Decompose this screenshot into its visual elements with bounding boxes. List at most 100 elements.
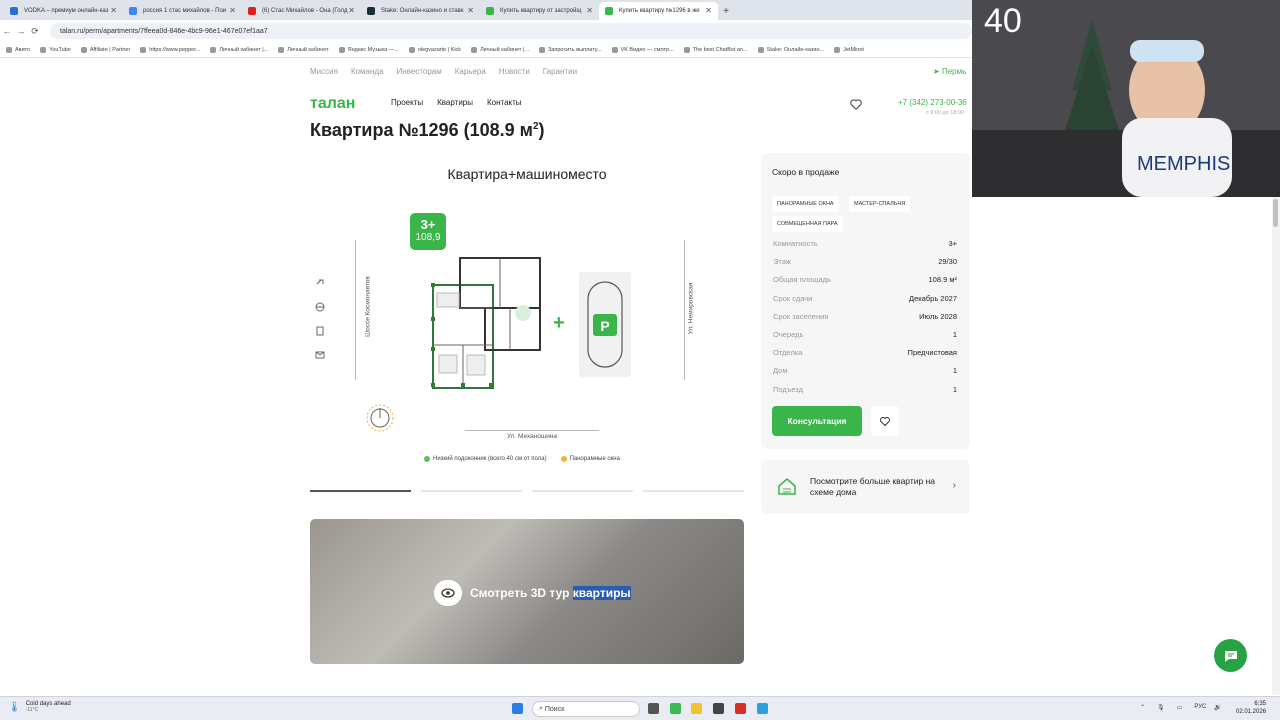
bookmark-item[interactable]: The best ChatBot an...	[683, 46, 748, 53]
link-icon[interactable]	[314, 277, 326, 289]
main-nav-item[interactable]: Квартиры	[437, 98, 473, 107]
bookmark-item[interactable]: https://www.pepper...	[140, 46, 200, 53]
close-icon[interactable]: ✕	[348, 6, 355, 15]
bookmark-item[interactable]: JetMinet	[834, 46, 864, 53]
telegram-icon[interactable]	[757, 703, 768, 714]
road-bottom-label: Ул. Механошина	[506, 433, 558, 440]
consultation-button[interactable]: Консультация	[772, 406, 862, 436]
tray-chevron-icon[interactable]: ⌃	[1140, 704, 1145, 711]
city-selector[interactable]: ➤ Пермь	[933, 67, 966, 76]
slide-dot[interactable]	[643, 490, 744, 492]
weather-widget[interactable]: 🌡 Cold days ahead -11°C	[8, 701, 71, 713]
top-link[interactable]: Карьера	[455, 67, 486, 76]
bookmark-item[interactable]: YouTube	[40, 46, 71, 53]
folder-icon[interactable]	[691, 703, 702, 714]
3d-tour-banner[interactable]: Смотреть 3D тур квартиры	[310, 519, 744, 664]
phone-number[interactable]: +7 (342) 273-00-36	[898, 98, 967, 107]
clock[interactable]: 6:35 02.01.2026	[1236, 700, 1266, 716]
windows-start-icon[interactable]	[512, 703, 523, 714]
site-logo[interactable]: талан	[310, 95, 355, 113]
bookmark-item[interactable]: olegvazarte | Kick	[408, 46, 461, 53]
property-key: Срок сдачи	[773, 293, 813, 303]
bookmark-item[interactable]: Яндекс Музыка —...	[338, 46, 399, 53]
thermometer-icon: 🌡	[8, 701, 21, 713]
legend-item: Панорамные окна	[560, 456, 620, 462]
obs-icon[interactable]	[713, 703, 724, 714]
title-end: )	[538, 120, 545, 140]
back-icon[interactable]: ←	[0, 26, 14, 36]
mail-icon[interactable]	[314, 349, 326, 361]
main-nav-item[interactable]: Проекты	[391, 98, 423, 107]
task-view-icon[interactable]	[648, 703, 659, 714]
bookmark-item[interactable]: Личный кабинет |...	[471, 46, 529, 53]
reload-icon[interactable]: ⟳	[28, 26, 42, 37]
main-nav-item[interactable]: Контакты	[487, 98, 522, 107]
tray-mic-icon[interactable]: 🎙	[1157, 704, 1165, 711]
slide-dot-active[interactable]	[310, 490, 411, 492]
bookmark-label: Stake: Онлайн-казин...	[766, 46, 825, 53]
3d-tour-button[interactable]: Смотреть 3D тур квартиры	[434, 580, 631, 606]
browser-tab[interactable]: Купить квартиру №1296 в жи ✕	[599, 2, 718, 20]
bookmark-item[interactable]: Личный кабинет |...	[210, 46, 268, 53]
tag-chip: ПАНОРАМНЫЕ ОКНА	[772, 196, 839, 212]
chrome-icon[interactable]	[670, 703, 681, 714]
bookmark-favicon	[80, 46, 87, 53]
bookmark-favicon	[408, 46, 415, 53]
road-right-label: Ул. Немировская	[687, 282, 695, 335]
bookmark-item[interactable]: VK Видео — смотр...	[611, 46, 674, 53]
close-icon[interactable]: ✕	[229, 6, 236, 15]
close-icon[interactable]: ✕	[110, 6, 117, 15]
plan-slider-indicator[interactable]	[310, 490, 744, 492]
scrollbar-thumb[interactable]	[1273, 199, 1278, 227]
page-scrollbar[interactable]	[1272, 197, 1280, 695]
house-scheme-link[interactable]: Посмотрите больше квартир на схеме дома …	[761, 460, 970, 514]
app-b-icon[interactable]	[735, 703, 746, 714]
url-field[interactable]: talan.ru/perm/apartments/7ffeea0d-846e-4…	[50, 23, 972, 39]
top-link[interactable]: Инвесторам	[397, 67, 442, 76]
document-icon[interactable]	[314, 325, 326, 337]
road-bottom-line	[465, 430, 599, 431]
slide-dot[interactable]	[421, 490, 522, 492]
close-icon[interactable]: ✕	[705, 6, 712, 15]
bookmark-item[interactable]: Личный кабинет	[278, 46, 329, 53]
parking-space[interactable]: P	[579, 272, 631, 377]
browser-tab[interactable]: (6) Стас Михайлов - Она (Голд ✕	[242, 2, 361, 20]
chat-button[interactable]	[1214, 639, 1247, 672]
browser-tab[interactable]: Stake: Онлайн-казино и ставк ✕	[361, 2, 480, 20]
add-favorite-button[interactable]	[871, 406, 899, 436]
property-value: Декабрь 2027	[908, 293, 957, 303]
tray-sound-icon[interactable]: 🔊	[1214, 704, 1221, 711]
top-link[interactable]: Новости	[499, 67, 530, 76]
tray-monitor-icon[interactable]: ▭	[1177, 704, 1183, 711]
favorites-heart-icon[interactable]	[849, 97, 863, 111]
property-row: Комнатность 3+	[773, 239, 957, 257]
taskbar-search[interactable]: ⌕ Поиск	[532, 701, 640, 717]
bookmark-item[interactable]: Stake: Онлайн-казин...	[757, 46, 825, 53]
close-icon[interactable]: ✕	[467, 6, 474, 15]
property-value: 108.9 м²	[928, 275, 957, 285]
address-bar-row: ← → ⟳ talan.ru/perm/apartments/7ffeea0d-…	[0, 20, 972, 42]
top-link[interactable]: Команда	[351, 67, 384, 76]
browser-tab[interactable]: россия 1 стас михайлов - Пои ✕	[123, 2, 242, 20]
chevron-right-icon: ›	[952, 480, 956, 491]
plus-sign: +	[553, 312, 565, 334]
bookmark-item[interactable]: Affiliate | Partner	[80, 46, 130, 53]
floor-plan-drawing[interactable]	[425, 255, 550, 390]
bookmark-item[interactable]: Авито	[6, 46, 30, 53]
top-link[interactable]: Миссия	[310, 67, 338, 76]
badge-area: 108,9	[415, 232, 441, 243]
forward-icon[interactable]: →	[14, 26, 28, 36]
legend-label: Низкий подоконник (всего 40 см от пола)	[433, 456, 547, 462]
close-icon[interactable]: ✕	[586, 6, 593, 15]
browser-tab[interactable]: VODKA – премиум онлайн-каз ✕	[4, 2, 123, 20]
globe-icon[interactable]	[314, 301, 326, 313]
system-tray[interactable]: ⌃ 🎙 ▭ РУС 🔊	[1140, 704, 1228, 711]
bookmark-item[interactable]: Запросить выплату...	[538, 46, 602, 53]
new-tab-button[interactable]: +	[718, 2, 734, 20]
legend-dot	[560, 456, 567, 462]
top-link[interactable]: Гарантии	[543, 67, 577, 76]
slide-dot[interactable]	[532, 490, 633, 492]
bookmark-label: YouTube	[49, 46, 71, 53]
language-indicator[interactable]: РУС	[1194, 704, 1206, 711]
browser-tab[interactable]: Купить квартиру от застройщ ✕	[480, 2, 599, 20]
